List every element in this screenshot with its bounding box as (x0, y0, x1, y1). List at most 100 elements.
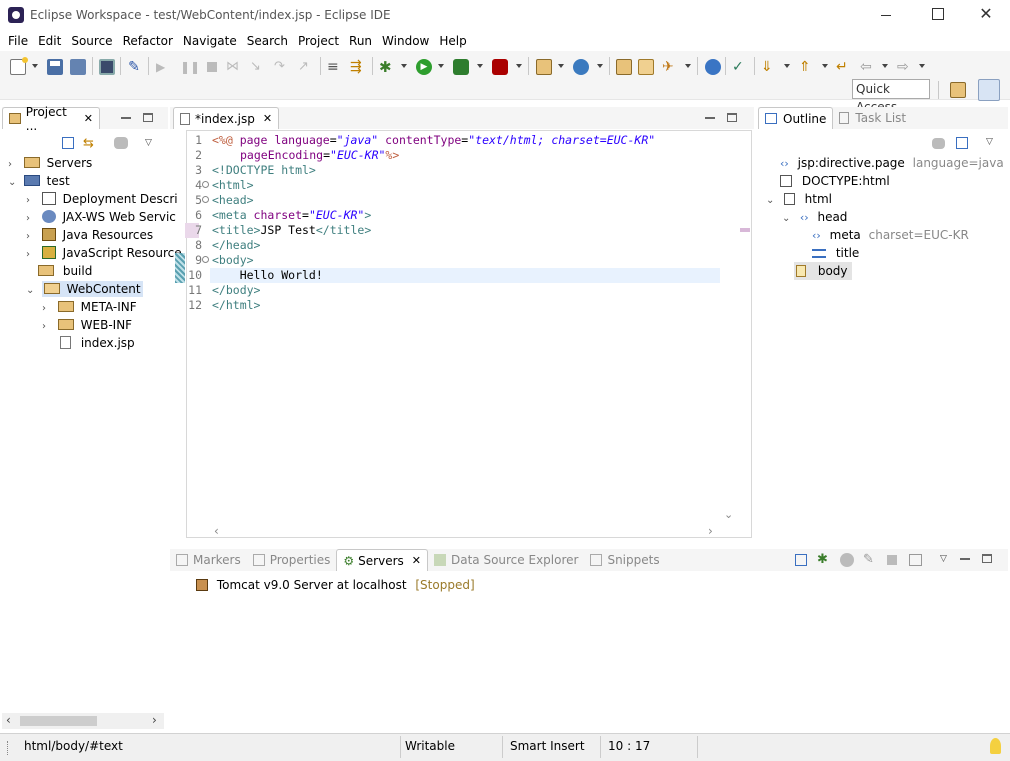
maximize-icon[interactable] (143, 113, 153, 122)
stop-server-icon[interactable] (887, 555, 897, 565)
new-icon[interactable] (10, 57, 28, 75)
minimize-icon[interactable] (960, 558, 970, 560)
run-icon[interactable]: ▶ (416, 59, 432, 75)
prev-annotation-dropdown-icon[interactable] (822, 64, 828, 68)
horizontal-scrollbar[interactable]: ‹ › (2, 713, 164, 729)
external-tools-dropdown-icon[interactable] (516, 64, 522, 68)
collapse-all-icon[interactable] (62, 137, 74, 149)
debug-server-icon[interactable]: ✱ (817, 552, 828, 567)
open-perspective-icon[interactable] (950, 82, 966, 98)
open-resource-icon[interactable] (638, 59, 654, 75)
outline-item-doctype[interactable]: DOCTYPE:html (780, 172, 890, 190)
scroll-left-icon[interactable]: ‹ (6, 713, 11, 727)
back-dropdown-icon[interactable] (882, 64, 888, 68)
scroll-left-icon[interactable]: ‹ (214, 524, 219, 538)
tab-task-list[interactable]: Task List (833, 107, 912, 129)
forward-dropdown-icon[interactable] (919, 64, 925, 68)
chevron-down-icon[interactable]: ⌄ (782, 210, 796, 228)
tree-item-deployment[interactable]: › Deployment Descri (26, 190, 178, 208)
tab-project-explorer[interactable]: Project ... ✕ (2, 105, 100, 133)
menu-window[interactable]: Window (378, 34, 433, 48)
next-annotation-icon[interactable]: ⇓ (761, 59, 777, 75)
chevron-down-icon[interactable]: ⌄ (26, 282, 38, 300)
open-task-icon[interactable]: ≡ (327, 59, 343, 75)
external-tools-icon[interactable] (492, 59, 508, 75)
close-tab-icon[interactable]: ✕ (263, 112, 272, 125)
new-dropdown-icon[interactable] (32, 64, 38, 68)
tree-item-javascript-resources[interactable]: › JavaScript Resource (26, 244, 182, 262)
new-java-project-icon[interactable] (536, 59, 552, 75)
outline-item-html[interactable]: ⌄ html (766, 190, 832, 208)
toggle-mark-icon[interactable]: ⇶ (350, 59, 366, 75)
tab-properties[interactable]: Properties (247, 549, 337, 571)
menu-source[interactable]: Source (67, 34, 116, 48)
fold-icon[interactable] (202, 196, 209, 203)
debug-icon[interactable]: ✱ (379, 59, 395, 75)
tree-item-webcontent[interactable]: ⌄ WebContent (26, 280, 143, 298)
view-menu-icon[interactable]: ▽ (145, 138, 152, 148)
tab-outline[interactable]: Outline (758, 107, 834, 129)
scroll-down-icon[interactable]: ⌄ (724, 508, 733, 521)
chevron-right-icon[interactable]: › (26, 246, 38, 264)
prev-annotation-icon[interactable]: ⇑ (799, 59, 815, 75)
server-row[interactable]: Tomcat v9.0 Server at localhost [Stopped… (196, 576, 475, 594)
menu-run[interactable]: Run (345, 34, 376, 48)
new-java-dropdown-icon[interactable] (558, 64, 564, 68)
close-tab-icon[interactable]: ✕ (412, 554, 421, 567)
next-annotation-dropdown-icon[interactable] (784, 64, 790, 68)
filter-icon[interactable] (114, 137, 128, 149)
tab-servers[interactable]: ⚙ Servers ✕ (336, 549, 428, 571)
minimize-window-button[interactable] (878, 7, 894, 23)
chevron-down-icon[interactable]: ⌄ (8, 174, 20, 192)
close-tab-icon[interactable]: ✕ (84, 112, 93, 125)
tree-item-servers[interactable]: › Servers (8, 154, 92, 172)
collapse-all-icon[interactable] (795, 554, 807, 566)
close-window-button[interactable]: ✕ (978, 6, 994, 22)
maximize-window-button[interactable] (932, 8, 944, 20)
minimize-icon[interactable] (121, 117, 131, 119)
menu-search[interactable]: Search (243, 34, 292, 48)
terminal-icon[interactable] (99, 59, 115, 75)
tab-snippets[interactable]: Snippets (584, 549, 665, 571)
run-dropdown-icon[interactable] (438, 64, 444, 68)
outline-item-head[interactable]: ⌄ ‹› head (782, 208, 847, 226)
search-icon[interactable]: ✈ (662, 59, 678, 75)
back-icon[interactable]: ⇦ (860, 59, 876, 75)
scroll-right-icon[interactable]: › (708, 524, 713, 538)
chevron-down-icon[interactable]: ⌄ (766, 192, 780, 210)
forward-icon[interactable]: ⇨ (897, 59, 913, 75)
tree-item-java-resources[interactable]: › Java Resources (26, 226, 153, 244)
fold-icon[interactable] (202, 181, 209, 188)
outline-item-meta[interactable]: ‹› meta charset=EUC-KR (812, 226, 969, 244)
menu-navigate[interactable]: Navigate (179, 34, 241, 48)
tree-item-test[interactable]: ⌄ test (8, 172, 70, 190)
maximize-icon[interactable] (982, 554, 992, 563)
collapse-all-icon[interactable] (956, 137, 968, 149)
lightbulb-icon[interactable] (990, 738, 1001, 754)
view-menu-icon[interactable]: ▽ (986, 137, 993, 147)
coverage-icon[interactable] (453, 59, 469, 75)
save-icon[interactable] (47, 59, 63, 75)
minimize-icon[interactable] (705, 117, 715, 119)
outline-item-directive[interactable]: ‹› jsp:directive.page language=java (780, 154, 1004, 172)
fold-icon[interactable] (202, 256, 209, 263)
profile-server-icon[interactable]: ✎ (863, 552, 874, 567)
tab-markers[interactable]: Markers (170, 549, 247, 571)
maximize-icon[interactable] (727, 113, 737, 122)
new-class-dropdown-icon[interactable] (597, 64, 603, 68)
scroll-right-icon[interactable]: › (152, 713, 157, 727)
quick-access-field[interactable]: Quick Access (852, 79, 930, 114)
menu-refactor[interactable]: Refactor (119, 34, 177, 48)
tab-data-source-explorer[interactable]: Data Source Explorer (428, 549, 584, 571)
save-all-icon[interactable] (70, 59, 86, 75)
open-type-icon[interactable] (616, 59, 632, 75)
tree-item-index-jsp[interactable]: index.jsp (60, 334, 135, 352)
scroll-thumb[interactable] (20, 716, 97, 726)
chevron-right-icon[interactable]: › (42, 318, 54, 336)
outline-item-title[interactable]: title (812, 244, 859, 262)
menu-help[interactable]: Help (435, 34, 470, 48)
menu-file[interactable]: File (4, 34, 32, 48)
tree-item-web-inf[interactable]: › WEB-INF (42, 316, 132, 334)
start-server-icon[interactable] (840, 553, 854, 567)
outline-item-body[interactable]: body (794, 262, 852, 280)
